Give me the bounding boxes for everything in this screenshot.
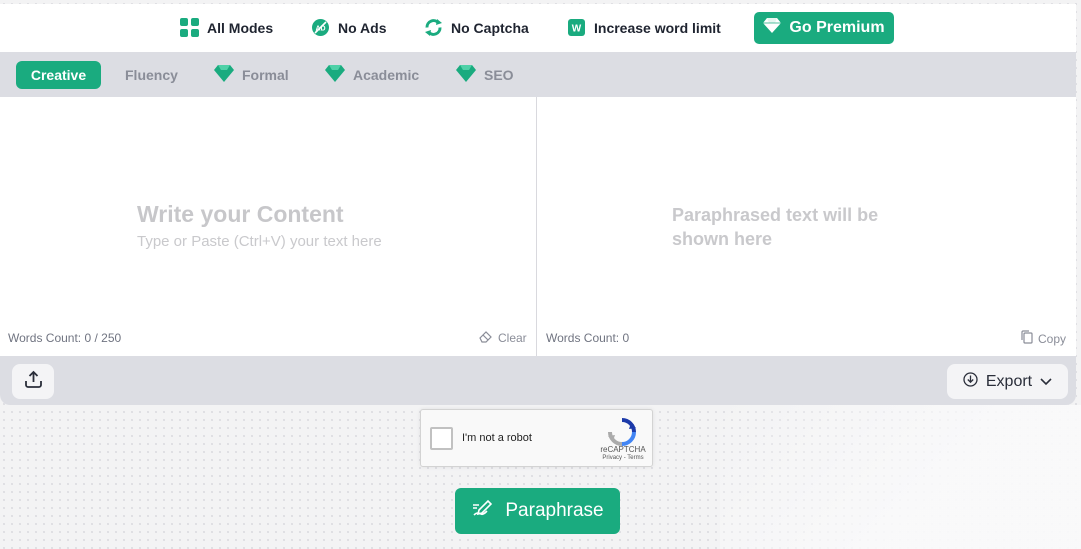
premium-gem-icon [456, 65, 476, 85]
go-premium-label: Go Premium [789, 19, 885, 36]
eraser-icon [479, 330, 493, 346]
input-pane[interactable]: Write your Content Type or Paste (Ctrl+V… [0, 97, 537, 356]
refresh-icon [424, 18, 443, 37]
rewrite-icon [471, 498, 493, 524]
feature-no-captcha-label: No Captcha [451, 19, 529, 36]
tab-creative-label: Creative [30, 67, 87, 83]
export-dropdown[interactable]: Export [947, 364, 1068, 399]
input-placeholder-subtitle: Type or Paste (Ctrl+V) your text here [137, 233, 382, 250]
feature-all-modes: All Modes [180, 18, 273, 37]
svg-text:W: W [572, 24, 582, 35]
copy-icon [1021, 330, 1033, 347]
clear-button[interactable]: Clear [479, 330, 527, 346]
mode-tabs: Creative Fluency Formal Academic SEO [0, 52, 1076, 97]
copy-button[interactable]: Copy [1021, 330, 1066, 347]
feature-word-limit-label: Increase word limit [594, 19, 721, 36]
grid-icon [180, 18, 199, 37]
input-word-count: Words Count: 0 / 250 [8, 331, 122, 345]
tab-academic[interactable]: Academic [325, 61, 419, 89]
upload-icon [24, 370, 43, 394]
w-badge-icon: W [567, 18, 586, 37]
export-label: Export [985, 372, 1033, 390]
premium-features-bar: All Modes AD No Ads No Captcha W Increas… [0, 4, 1076, 52]
no-ads-icon: AD [311, 18, 330, 37]
recaptcha-label: I'm not a robot [462, 432, 532, 444]
tab-seo[interactable]: SEO [456, 61, 514, 89]
input-placeholder-title: Write your Content [137, 201, 344, 227]
feature-all-modes-label: All Modes [207, 19, 274, 36]
tab-creative[interactable]: Creative [16, 61, 101, 89]
go-premium-button[interactable]: Go Premium [754, 12, 894, 44]
recaptcha-brand: reCAPTCHA [600, 445, 646, 454]
tab-formal[interactable]: Formal [214, 61, 289, 89]
feature-no-ads-label: No Ads [338, 19, 387, 36]
recaptcha-checkbox[interactable] [430, 427, 453, 450]
diamond-icon [763, 18, 782, 38]
premium-gem-icon [214, 65, 234, 85]
feature-no-captcha: No Captcha [424, 18, 529, 37]
bottom-toolbar: Export [0, 356, 1076, 405]
feature-no-ads: AD No Ads [311, 18, 386, 37]
paraphrase-button[interactable]: Paraphrase [455, 488, 620, 534]
tab-fluency[interactable]: Fluency [125, 61, 178, 89]
recaptcha-logo-icon [607, 417, 637, 447]
copy-label: Copy [1038, 331, 1067, 346]
download-icon [963, 371, 978, 392]
recaptcha-widget: I'm not a robot reCAPTCHA Privacy - Term… [420, 409, 653, 467]
tab-formal-label: Formal [242, 67, 289, 83]
upload-button[interactable] [12, 364, 54, 399]
clear-label: Clear [498, 331, 527, 345]
feature-word-limit: W Increase word limit [567, 18, 721, 37]
chevron-down-icon [1040, 373, 1052, 391]
recaptcha-terms-link[interactable]: Privacy - Terms [595, 455, 651, 461]
output-pane: Paraphrased text will be shown here Word… [538, 97, 1076, 356]
background-decoration [720, 405, 1081, 549]
premium-gem-icon [325, 65, 345, 85]
paraphraser-card: All Modes AD No Ads No Captcha W Increas… [0, 4, 1076, 405]
paraphrase-label: Paraphrase [505, 500, 604, 521]
output-word-count: Words Count: 0 [546, 331, 630, 345]
tab-fluency-label: Fluency [125, 67, 178, 83]
tab-academic-label: Academic [353, 67, 420, 83]
output-placeholder: Paraphrased text will be shown here [672, 205, 879, 249]
tab-seo-label: SEO [484, 67, 514, 83]
